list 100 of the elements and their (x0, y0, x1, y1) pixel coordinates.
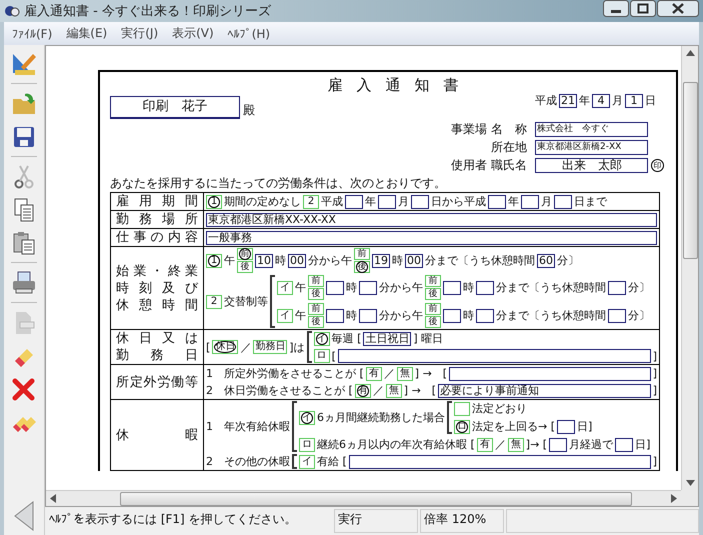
input-box[interactable]: 出来 太郎 (535, 158, 648, 173)
choice-box[interactable]: 前 (354, 248, 370, 260)
choice-box[interactable]: 無 (396, 366, 413, 380)
choice-box[interactable]: イ (299, 410, 315, 424)
menu-item[interactable]: 実行(J) (121, 25, 158, 42)
choice-box[interactable]: イ (277, 280, 293, 294)
input-box[interactable] (411, 194, 429, 208)
input-box[interactable] (359, 280, 377, 294)
choice-box[interactable]: 休日 (212, 340, 238, 354)
input-box[interactable] (326, 308, 344, 322)
input-box[interactable]: 必要により事前通知 (438, 384, 651, 398)
input-box[interactable] (443, 308, 461, 322)
form-text: 月 (398, 194, 409, 209)
choice-box[interactable]: 前 (308, 303, 324, 315)
menu-item[interactable]: ﾍﾙﾌﾟ(H) (228, 26, 270, 40)
input-box[interactable] (359, 308, 377, 322)
input-box[interactable] (449, 366, 651, 380)
vertical-scrollbar[interactable] (681, 46, 698, 490)
input-box[interactable] (326, 280, 344, 294)
input-box[interactable]: 00 (405, 254, 423, 268)
choice-box[interactable]: 有 (354, 384, 371, 398)
input-box[interactable] (488, 194, 506, 208)
horizontal-scrollbar[interactable] (46, 490, 681, 506)
choice-box[interactable]: 前 (237, 248, 253, 260)
choice-box[interactable]: 後 (308, 288, 324, 300)
choice-box[interactable]: イ (314, 332, 330, 346)
choice-box[interactable]: 無 (508, 438, 524, 452)
choice-box[interactable]: 勤務日 (253, 340, 288, 354)
input-box[interactable] (476, 280, 494, 294)
input-box[interactable] (378, 194, 396, 208)
input-box[interactable] (549, 438, 568, 452)
input-box[interactable]: 60 (537, 254, 555, 268)
input-box[interactable] (608, 308, 626, 322)
input-box[interactable]: 10 (255, 254, 273, 268)
name-field[interactable]: 印刷 花子 (110, 96, 240, 119)
input-box[interactable]: 1 (625, 94, 643, 108)
close-button[interactable] (657, 0, 699, 17)
choice-box[interactable]: 1 (206, 254, 222, 268)
input-box[interactable] (554, 194, 572, 208)
input-box[interactable] (345, 194, 363, 208)
choice-box[interactable]: 1 (206, 194, 222, 208)
choice-box[interactable]: 前 (425, 275, 441, 287)
menu-item[interactable]: 編集(E) (66, 25, 108, 42)
delete-icon[interactable] (11, 376, 37, 402)
row-label: 所定外労働等 (116, 374, 198, 390)
status-message: ﾍﾙﾌﾟを表示するには [F1] を押してください。 (48, 511, 298, 528)
choice-box[interactable]: 有 (366, 366, 382, 380)
form-text: 平成 (321, 194, 343, 209)
form-text: 1 年次有給休暇 (206, 419, 290, 434)
choice-box[interactable]: 有 (476, 438, 493, 452)
left-arrow-icon[interactable] (13, 501, 35, 531)
input-box[interactable] (608, 280, 626, 294)
scroll-up-icon[interactable] (686, 50, 694, 56)
input-box[interactable] (615, 438, 634, 452)
choice-box[interactable]: ロ (454, 420, 470, 434)
form-text: 分まで〔うち休憩時間 (425, 253, 535, 268)
ruler-pencil-icon[interactable] (11, 51, 37, 84)
input-box[interactable] (443, 280, 461, 294)
input-box[interactable] (348, 454, 651, 468)
menu-item[interactable]: ﾌｧｲﾙ(F) (12, 26, 52, 40)
maximize-button[interactable] (630, 0, 656, 17)
input-box[interactable]: 00 (288, 254, 306, 268)
choice-box[interactable]: ロ (314, 349, 330, 363)
choice-box[interactable]: 後 (425, 316, 441, 328)
minimize-button[interactable] (603, 0, 629, 17)
save-icon[interactable] (11, 124, 37, 157)
choice-box[interactable]: 後 (354, 261, 370, 273)
folder-icon[interactable] (11, 91, 37, 117)
input-box[interactable]: 4 (592, 94, 610, 108)
scroll-right-icon[interactable] (671, 494, 677, 503)
input-box[interactable]: 一般事務 (206, 230, 657, 244)
form-text: 年 (508, 194, 519, 209)
row-label: 時刻及び (116, 280, 198, 296)
choice-box[interactable]: 後 (237, 261, 253, 273)
choice-box[interactable]: イ (299, 454, 315, 468)
choice-box[interactable]: ロ (299, 438, 315, 452)
choice-box[interactable]: 前 (308, 275, 324, 287)
input-box[interactable]: 21 (559, 94, 577, 108)
input-box[interactable] (338, 349, 651, 363)
choice-box[interactable]: 後 (308, 316, 324, 328)
input-box[interactable] (521, 194, 539, 208)
scroll-left-icon[interactable] (50, 494, 56, 503)
choice-box[interactable]: 前 (425, 303, 441, 315)
input-box[interactable] (557, 420, 576, 434)
choice-box[interactable]: 2 (206, 294, 222, 308)
choice-box[interactable]: 後 (425, 288, 441, 300)
input-box[interactable]: 土日祝日 (363, 332, 412, 346)
scroll-down-icon[interactable] (686, 480, 694, 486)
paste-icon[interactable] (11, 230, 37, 263)
choice-box[interactable]: イ (277, 308, 293, 322)
printer-icon[interactable] (11, 270, 37, 303)
menu-item[interactable]: 表示(V) (172, 25, 214, 42)
choice-box[interactable]: 無 (386, 384, 402, 398)
input-box[interactable]: 東京都港区新橋2-XX (535, 140, 648, 155)
choice-box[interactable]: 2 (303, 194, 319, 208)
input-box[interactable]: 株式会社 今すぐ (535, 122, 648, 137)
form-text: 2 休日労働をさせることが [ (206, 383, 353, 398)
input-box[interactable]: 19 (372, 254, 390, 268)
input-box[interactable] (476, 308, 494, 322)
input-box[interactable]: 東京都港区新橋XX-XX-XX (206, 212, 657, 226)
